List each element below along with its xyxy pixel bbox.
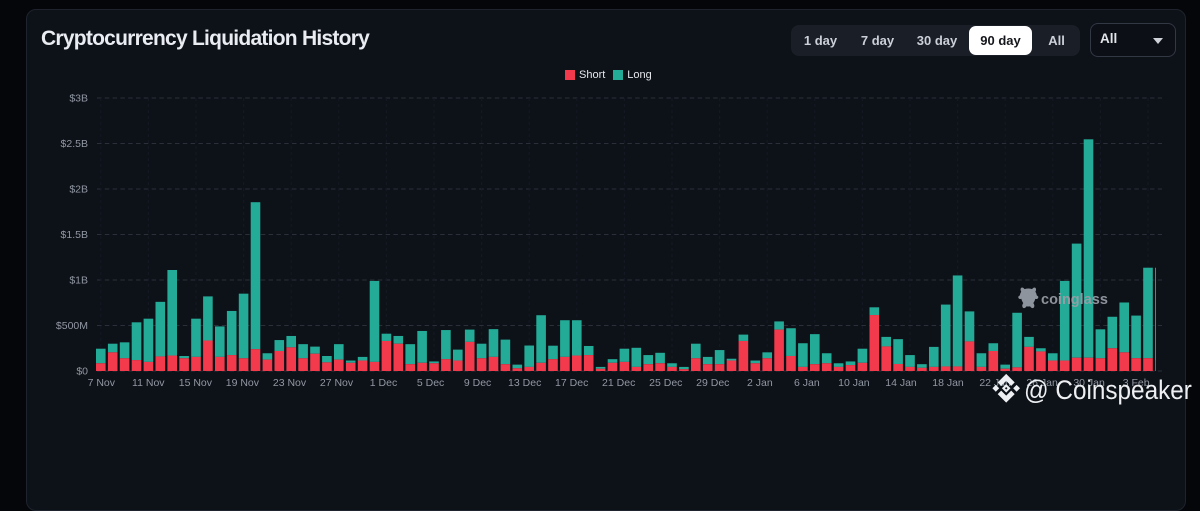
svg-text:2 Jan: 2 Jan <box>747 377 773 389</box>
svg-text:$2B: $2B <box>69 184 88 196</box>
svg-text:21 Dec: 21 Dec <box>602 377 635 389</box>
svg-text:13 Dec: 13 Dec <box>508 377 541 389</box>
svg-text:27 Nov: 27 Nov <box>320 377 354 389</box>
svg-text:$0: $0 <box>76 366 88 378</box>
svg-text:$3B: $3B <box>69 93 88 105</box>
svg-text:$1.5B: $1.5B <box>61 229 88 241</box>
svg-text:$500M: $500M <box>56 320 88 332</box>
svg-text:7 Nov: 7 Nov <box>88 377 116 389</box>
svg-text:1 Dec: 1 Dec <box>370 377 397 389</box>
svg-text:$1B: $1B <box>69 275 88 287</box>
svg-text:18 Jan: 18 Jan <box>932 377 964 389</box>
svg-text:11 Nov: 11 Nov <box>132 377 165 389</box>
svg-text:15 Nov: 15 Nov <box>179 377 213 389</box>
svg-text:19 Nov: 19 Nov <box>226 377 260 389</box>
svg-text:17 Dec: 17 Dec <box>555 377 588 389</box>
svg-text:14 Jan: 14 Jan <box>885 377 917 389</box>
svg-text:23 Nov: 23 Nov <box>273 377 307 389</box>
svg-text:6 Jan: 6 Jan <box>794 377 820 389</box>
svg-text:coinglass: coinglass <box>1041 292 1108 308</box>
svg-text:5 Dec: 5 Dec <box>417 377 444 389</box>
svg-text:9 Dec: 9 Dec <box>464 377 491 389</box>
svg-text:10 Jan: 10 Jan <box>838 377 870 389</box>
svg-text:25 Dec: 25 Dec <box>649 377 682 389</box>
svg-text:$2.5B: $2.5B <box>61 138 88 150</box>
svg-text:29 Dec: 29 Dec <box>696 377 729 389</box>
